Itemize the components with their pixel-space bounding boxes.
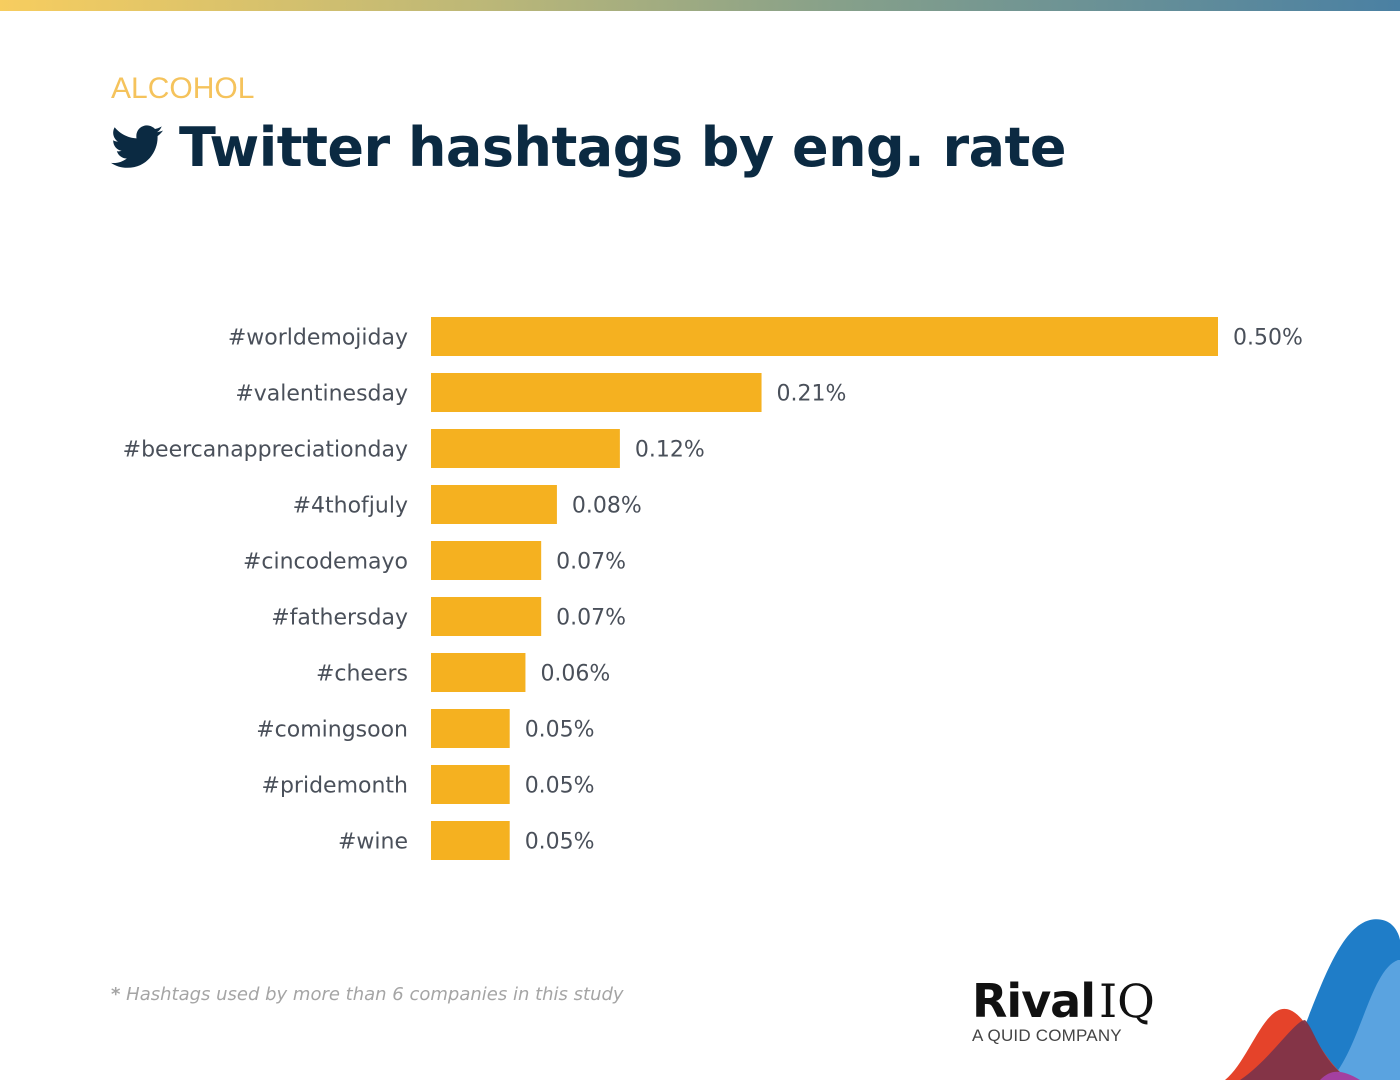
bar — [431, 429, 620, 468]
footnote-text: Hashtags used by more than 6 companies i… — [126, 984, 624, 1005]
value-label: 0.21% — [777, 382, 847, 407]
bar — [431, 373, 762, 412]
category-label: #4thofjuly — [293, 494, 408, 519]
value-label: 0.12% — [635, 438, 705, 463]
logo-brand-light: IQ — [1098, 974, 1155, 1028]
bar — [431, 317, 1218, 356]
category-label: #pridemonth — [262, 774, 408, 799]
logo-brand-bold: Rival — [972, 974, 1096, 1028]
value-label: 0.08% — [572, 494, 642, 519]
value-label: 0.07% — [556, 606, 626, 631]
bar — [431, 597, 542, 636]
footnote: * Hashtags used by more than 6 companies… — [111, 984, 624, 1005]
category-label: #beercanappreciationday — [123, 438, 408, 463]
category-label: #comingsoon — [256, 718, 408, 743]
bar-chart: #worldemojiday 0.50% #valentinesday 0.21% #b… — [123, 317, 1303, 860]
value-label: 0.05% — [525, 830, 595, 855]
category-label: #valentinesday — [235, 382, 408, 407]
category-label: #wine — [338, 830, 408, 855]
bar — [431, 709, 510, 748]
category-label: #cheers — [316, 662, 408, 687]
footnote-asterisk: * — [111, 984, 121, 1005]
logo-tagline: A QUID COMPANY — [972, 1026, 1122, 1045]
decorative-waves-graphic — [1225, 919, 1400, 1080]
bar — [431, 541, 542, 580]
value-label: 0.06% — [540, 662, 610, 687]
category-label: #cincodemayo — [243, 550, 408, 575]
bar — [431, 765, 510, 804]
category-label: #fathersday — [271, 606, 408, 631]
value-label: 0.05% — [525, 718, 595, 743]
bar — [431, 821, 510, 860]
value-label: 0.07% — [556, 550, 626, 575]
bar — [431, 653, 526, 692]
category-label: #worldemojiday — [228, 326, 408, 351]
rival-iq-logo: RivalIQ A QUID COMPANY — [972, 978, 1155, 1046]
value-label: 0.05% — [525, 774, 595, 799]
bar — [431, 485, 557, 524]
value-label: 0.50% — [1233, 326, 1303, 351]
